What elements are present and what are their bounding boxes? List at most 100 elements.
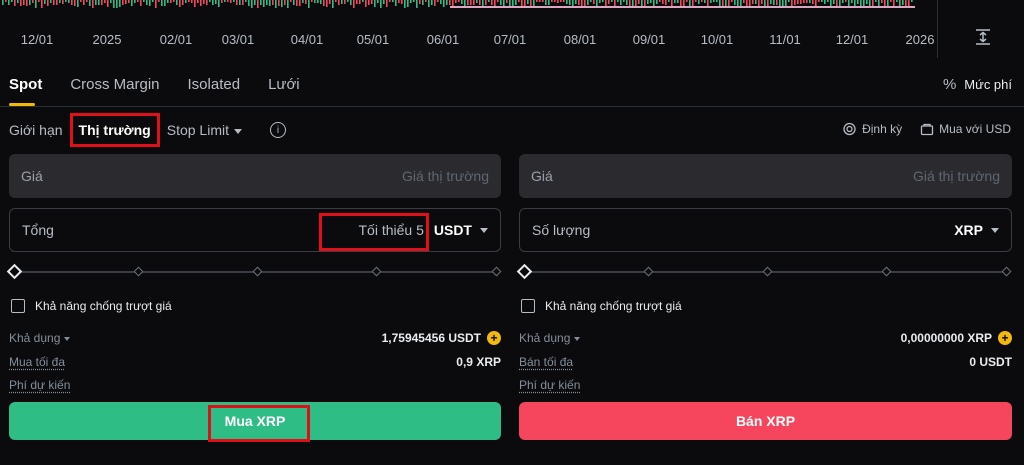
- buy-price-placeholder: Giá thị trường: [401, 168, 489, 184]
- candle-mark: [449, 0, 451, 5]
- tab-grid[interactable]: Lưới: [268, 76, 300, 102]
- order-type-stop-limit[interactable]: Stop Limit: [167, 122, 242, 138]
- buy-total-input[interactable]: Tổng Tối thiểu 5 USDT: [9, 208, 501, 252]
- slider-tick[interactable]: [371, 266, 382, 277]
- candle-mark: [647, 0, 649, 4]
- candle-mark: [671, 0, 673, 6]
- available-dropdown[interactable]: Khả dụng: [9, 331, 71, 345]
- candle-mark: [395, 0, 397, 6]
- tab-cross-margin[interactable]: Cross Margin: [70, 76, 159, 102]
- candle-mark: [689, 0, 691, 7]
- candle-mark: [602, 0, 604, 2]
- buy-total-label: Tổng: [22, 222, 54, 238]
- candle-mark: [290, 0, 292, 2]
- buy-slippage-option[interactable]: Khả năng chống trượt giá: [11, 299, 172, 313]
- candle-mark: [887, 0, 889, 6]
- candle-mark: [431, 0, 433, 5]
- candle-mark: [551, 0, 553, 2]
- candle-mark: [365, 0, 367, 7]
- available-label: Khả dụng: [519, 331, 571, 345]
- slider-tick[interactable]: [762, 266, 773, 277]
- candle-mark: [524, 0, 526, 6]
- candle-mark: [569, 0, 571, 5]
- candle-mark: [440, 0, 442, 4]
- axis-label: 2025: [92, 32, 122, 47]
- tab-isolated[interactable]: Isolated: [188, 76, 241, 102]
- sell-unit-label: XRP: [954, 222, 983, 238]
- candle-mark: [278, 0, 280, 6]
- candle-mark: [509, 0, 511, 7]
- slider-tick[interactable]: [643, 266, 654, 277]
- candle-mark: [221, 0, 223, 3]
- slippage-checkbox[interactable]: [521, 299, 535, 313]
- candle-mark: [800, 0, 802, 4]
- candle-mark: [749, 0, 751, 7]
- chart-strip: 12/01 2025 02/01 03/01 04/01 05/01 06/01…: [0, 0, 1024, 58]
- slider-tick[interactable]: [1001, 266, 1012, 277]
- sell-price-placeholder: Giá thị trường: [912, 168, 1000, 184]
- sell-slippage-option[interactable]: Khả năng chống trượt giá: [521, 299, 682, 313]
- fee-rate-link[interactable]: % Mức phí: [943, 76, 1012, 93]
- info-icon[interactable]: i: [269, 122, 286, 138]
- buy-with-usd-link[interactable]: Mua với USD: [920, 122, 1011, 136]
- candle-mark: [230, 0, 232, 3]
- add-funds-icon[interactable]: +: [487, 331, 501, 345]
- candle-mark: [251, 0, 253, 8]
- candle-mark: [536, 0, 538, 2]
- buy-amount-slider[interactable]: [6, 263, 502, 280]
- slippage-checkbox[interactable]: [11, 299, 25, 313]
- slider-tick[interactable]: [491, 266, 502, 277]
- candle-mark: [599, 0, 601, 3]
- candle-mark: [617, 0, 619, 2]
- sell-quantity-input[interactable]: Số lượng XRP: [519, 208, 1012, 252]
- axis-label: 08/01: [563, 32, 597, 47]
- candle-mark: [140, 0, 142, 6]
- candle-mark: [44, 0, 46, 4]
- available-dropdown[interactable]: Khả dụng: [519, 331, 581, 345]
- candle-mark: [413, 0, 415, 2]
- expand-vertical-icon[interactable]: [974, 28, 992, 46]
- buy-xrp-button[interactable]: Mua XRP: [9, 402, 501, 440]
- candle-mark: [653, 0, 655, 6]
- candle-mark: [695, 0, 697, 2]
- candle-mark: [821, 0, 823, 2]
- candle-mark: [302, 0, 304, 3]
- max-buy-value: 0,9 XRP: [456, 355, 501, 369]
- candle-mark: [59, 0, 61, 3]
- candle-mark: [488, 0, 490, 2]
- candle-mark: [458, 0, 460, 2]
- candle-mark: [362, 0, 364, 2]
- candle-mark: [497, 0, 499, 2]
- tab-spot[interactable]: Spot: [9, 76, 42, 106]
- candle-mark: [83, 0, 85, 5]
- slider-tick[interactable]: [881, 266, 892, 277]
- candle-mark: [26, 0, 28, 6]
- candle-mark: [308, 0, 310, 8]
- add-funds-icon[interactable]: +: [998, 331, 1012, 345]
- candle-mark: [185, 0, 187, 3]
- recurring-link[interactable]: Định kỳ: [842, 122, 902, 136]
- available-label: Khả dụng: [9, 331, 61, 345]
- sell-amount-slider[interactable]: [516, 263, 1012, 280]
- sell-xrp-button[interactable]: Bán XRP: [519, 402, 1012, 440]
- candle-mark: [713, 0, 715, 2]
- axis-label: 09/01: [632, 32, 666, 47]
- slider-tick[interactable]: [252, 266, 263, 277]
- axis-label: 11/01: [769, 32, 801, 47]
- slider-handle[interactable]: [6, 263, 23, 280]
- candle-mark: [620, 0, 622, 5]
- slider-handle[interactable]: [516, 263, 533, 280]
- slider-tick[interactable]: [133, 266, 144, 277]
- candle-mark: [275, 0, 277, 8]
- candle-mark: [827, 0, 829, 2]
- sell-unit-selector[interactable]: XRP: [954, 222, 999, 238]
- candle-mark: [719, 0, 721, 6]
- order-type-limit[interactable]: Giới hạn: [9, 122, 63, 138]
- buy-unit-selector[interactable]: USDT: [434, 222, 488, 238]
- candle-mark: [5, 0, 7, 2]
- candle-mark: [623, 0, 625, 2]
- candle-mark: [311, 0, 313, 2]
- order-type-market[interactable]: Thị trường: [69, 113, 160, 147]
- candle-mark: [200, 0, 202, 6]
- candle-mark: [755, 0, 757, 4]
